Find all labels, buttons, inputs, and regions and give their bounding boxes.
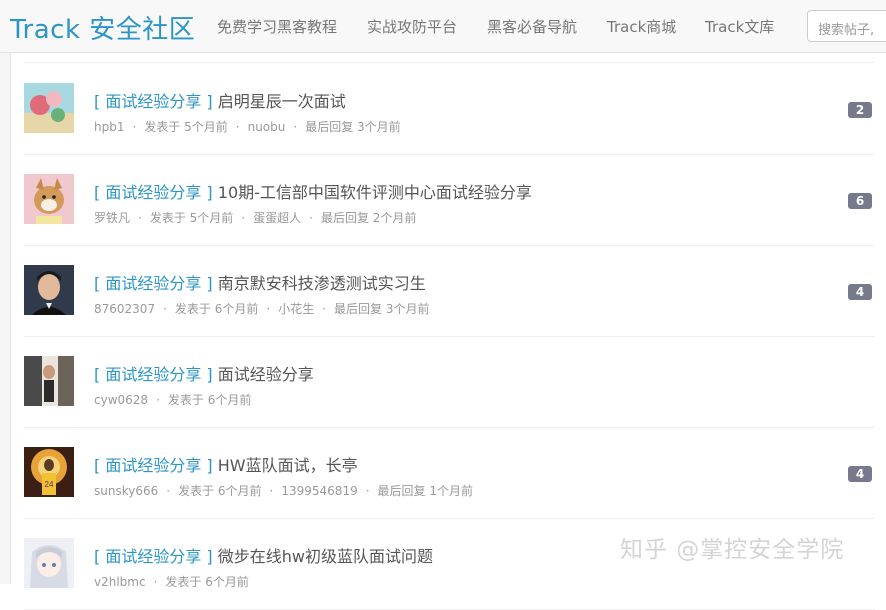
zhihu-watermark: 知乎 @掌控安全学院	[620, 537, 845, 563]
topic-category[interactable]: [ 面试经验分享 ]	[94, 92, 213, 111]
site-logo[interactable]: Track 安全社区	[10, 9, 195, 46]
topic-last-reply: 最后回复 3个月前	[305, 120, 401, 134]
topic-title-text[interactable]: 南京默安科技渗透测试实习生	[218, 274, 426, 293]
topic-title-text[interactable]: 微步在线hw初级蓝队面试问题	[218, 547, 433, 566]
topic-posted: 发表于 6个月前	[174, 302, 259, 316]
topic-author[interactable]: 87602307	[94, 302, 155, 316]
avatar[interactable]	[24, 538, 74, 588]
topic-posted: 发表于 5个月前	[149, 211, 234, 225]
topic-title-text[interactable]: 10期-工信部中国软件评测中心面试经验分享	[218, 183, 532, 202]
nav-link-library[interactable]: Track文库	[705, 16, 774, 37]
reply-count-badge: 4	[848, 284, 872, 300]
topic-last-replier[interactable]: nuobu	[248, 120, 286, 134]
avatar[interactable]	[24, 83, 74, 133]
topic-title[interactable]: [ 面试经验分享 ] 启明星辰一次面试	[94, 88, 346, 112]
topic-last-reply: 最后回复 2个月前	[320, 211, 417, 225]
topic-title-text[interactable]: 启明星辰一次面试	[218, 92, 346, 111]
search-input[interactable]: 搜索帖子,	[807, 10, 886, 42]
reply-count-badge: 4	[848, 466, 872, 482]
topic-author[interactable]: v2hlbmc	[94, 575, 146, 589]
topic-author[interactable]: sunsky666	[94, 484, 158, 498]
topic-category[interactable]: [ 面试经验分享 ]	[94, 456, 213, 475]
topic-last-reply: 最后回复 3个月前	[334, 302, 430, 316]
topic-category[interactable]: [ 面试经验分享 ]	[94, 547, 213, 566]
topic-author[interactable]: cyw0628	[94, 393, 148, 407]
topic-title-text[interactable]: HW蓝队面试，长亭	[218, 456, 358, 475]
topic-posted: 发表于 6个月前	[178, 484, 262, 498]
topic-last-replier[interactable]: 1399546819	[281, 484, 357, 498]
avatar[interactable]	[24, 174, 74, 224]
topic-meta: 罗铁凡 · 发表于 5个月前 · 蛋蛋超人 · 最后回复 2个月前	[94, 211, 417, 225]
svg-text:24: 24	[45, 480, 54, 489]
topic-author[interactable]: hpb1	[94, 120, 124, 134]
topic-row[interactable]: [ 面试经验分享 ] 面试经验分享 cyw0628 · 发表于 6个月前	[24, 336, 875, 428]
topic-title[interactable]: [ 面试经验分享 ] HW蓝队面试，长亭	[94, 452, 358, 476]
topic-category[interactable]: [ 面试经验分享 ]	[94, 183, 213, 202]
topic-last-reply: 最后回复 1个月前	[377, 484, 473, 498]
topic-title[interactable]: [ 面试经验分享 ] 10期-工信部中国软件评测中心面试经验分享	[94, 179, 532, 203]
topic-row[interactable]: [ 面试经验分享 ] 10期-工信部中国软件评测中心面试经验分享 罗铁凡 · 发表于…	[24, 154, 875, 246]
topic-title-text[interactable]: 面试经验分享	[218, 365, 314, 384]
topic-meta: 87602307 · 发表于 6个月前 · 小花生 · 最后回复 3个月前	[94, 302, 430, 316]
topic-row[interactable]: 24 [ 面试经验分享 ] HW蓝队面试，长亭 sunsky666 · 发表于 6个…	[24, 427, 875, 519]
avatar[interactable]: 24	[24, 447, 74, 497]
reply-count-badge: 2	[848, 102, 872, 118]
nav-link-tutorials[interactable]: 免费学习黑客教程	[217, 16, 337, 37]
nav-link-navigation[interactable]: 黑客必备导航	[487, 16, 577, 37]
topic-row[interactable]: [ 面试经验分享 ] 南京默安科技渗透测试实习生 87602307 · 发表于 6个…	[24, 245, 875, 337]
topic-author[interactable]: 罗铁凡	[94, 211, 130, 225]
reply-count-badge: 6	[848, 193, 872, 209]
topic-row[interactable]: [ 面试经验分享 ] 启明星辰一次面试 hpb1 · 发表于 5个月前 · nuobu ·…	[24, 63, 875, 155]
topic-meta: sunsky666 · 发表于 6个月前 · 1399546819 · 最后回复 1个月前	[94, 484, 473, 498]
topic-posted: 发表于 5个月前	[144, 120, 228, 134]
topic-title[interactable]: [ 面试经验分享 ] 面试经验分享	[94, 361, 314, 385]
topic-meta: cyw0628 · 发表于 6个月前	[94, 393, 252, 407]
topic-last-replier[interactable]: 蛋蛋超人	[253, 211, 301, 225]
topic-category[interactable]: [ 面试经验分享 ]	[94, 365, 213, 384]
top-navbar: Track 安全社区 免费学习黑客教程 实战攻防平台 黑客必备导航 Track商…	[0, 0, 886, 53]
left-sidebar-edge	[0, 53, 11, 584]
topic-meta: hpb1 · 发表于 5个月前 · nuobu · 最后回复 3个月前	[94, 120, 401, 134]
topic-category[interactable]: [ 面试经验分享 ]	[94, 274, 213, 293]
topic-title[interactable]: [ 面试经验分享 ] 微步在线hw初级蓝队面试问题	[94, 543, 433, 567]
avatar[interactable]	[24, 265, 74, 315]
nav-link-attack-defense[interactable]: 实战攻防平台	[367, 16, 457, 37]
topic-posted: 发表于 6个月前	[167, 393, 252, 407]
topic-title[interactable]: [ 面试经验分享 ] 南京默安科技渗透测试实习生	[94, 270, 426, 294]
avatar[interactable]	[24, 356, 74, 406]
topic-last-replier[interactable]: 小花生	[278, 302, 314, 316]
topic-meta: v2hlbmc · 发表于 6个月前	[94, 575, 249, 589]
nav-link-shop[interactable]: Track商城	[607, 16, 676, 37]
topic-posted: 发表于 6个月前	[165, 575, 249, 589]
